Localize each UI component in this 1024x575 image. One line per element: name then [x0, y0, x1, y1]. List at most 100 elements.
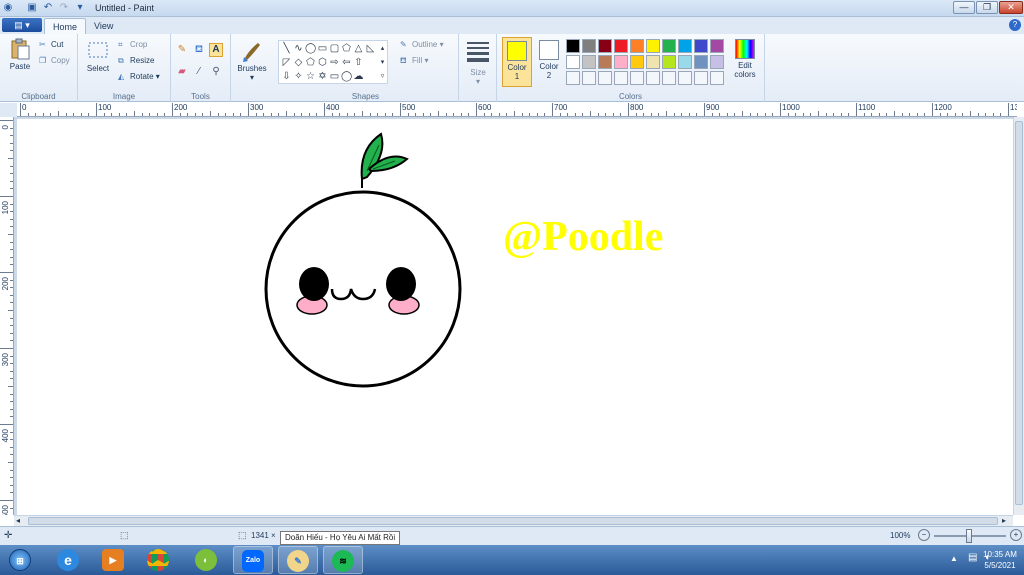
palette-swatch[interactable] — [566, 55, 580, 69]
rotate-button[interactable]: ◭ Rotate ▾ — [118, 72, 160, 81]
eraser-icon[interactable]: ▰ — [175, 65, 189, 79]
show-hidden-icons-icon[interactable]: ▲ — [950, 554, 958, 563]
custom-color-slot[interactable] — [662, 71, 676, 85]
right-triangle-shape-icon[interactable]: ◺ — [365, 43, 376, 54]
cloud-callout-shape-icon[interactable]: ☁ — [353, 71, 364, 82]
minimize-button[interactable]: — — [953, 1, 975, 14]
right-arrow-shape-icon[interactable]: ⇨ — [329, 57, 340, 68]
rounded-rect-shape-icon[interactable]: ▢ — [329, 43, 340, 54]
scroll-down-icon[interactable]: ▾ — [377, 57, 388, 68]
hexagon-shape-icon[interactable]: ⬡ — [317, 57, 328, 68]
custom-color-slot[interactable] — [710, 71, 724, 85]
custom-color-slot[interactable] — [582, 71, 596, 85]
magnifier-icon[interactable]: ⚲ — [209, 65, 223, 79]
undo-icon[interactable]: ↶ — [42, 2, 54, 14]
palette-swatch[interactable] — [662, 55, 676, 69]
palette-swatch[interactable] — [630, 55, 644, 69]
custom-color-slot[interactable] — [678, 71, 692, 85]
left-arrow-shape-icon[interactable]: ⇦ — [341, 57, 352, 68]
taskbar-ie[interactable]: e — [48, 546, 88, 574]
cut-button[interactable]: ✂ Cut — [39, 40, 63, 49]
scroll-left-icon[interactable]: ◂ — [16, 516, 26, 526]
palette-swatch[interactable] — [678, 39, 692, 53]
taskbar-chrome[interactable] — [138, 546, 178, 574]
custom-color-slot[interactable] — [566, 71, 580, 85]
palette-swatch[interactable] — [566, 39, 580, 53]
palette-swatch[interactable] — [678, 55, 692, 69]
color1-button[interactable]: Color 1 — [502, 37, 532, 87]
palette-swatch[interactable] — [630, 39, 644, 53]
taskbar-zalo[interactable]: Zalo — [233, 546, 273, 574]
palette-swatch[interactable] — [614, 55, 628, 69]
rect-callout-shape-icon[interactable]: ▭ — [329, 71, 340, 82]
diamond-shape-icon[interactable]: ◇ — [293, 57, 304, 68]
palette-swatch[interactable] — [582, 39, 596, 53]
size-button[interactable]: Size ▾ — [463, 68, 493, 86]
restore-button[interactable]: ❐ — [976, 1, 998, 14]
palette-swatch[interactable] — [694, 39, 708, 53]
taskbar-paint[interactable]: ✎ — [278, 546, 318, 574]
taskbar-media-player[interactable]: ▶ — [93, 546, 133, 574]
pencil-icon[interactable]: ✎ — [175, 43, 189, 57]
palette-swatch[interactable] — [710, 55, 724, 69]
close-button[interactable]: ✕ — [999, 1, 1023, 14]
customize-toolbar-icon[interactable]: ▾ — [74, 2, 86, 14]
crop-button[interactable]: ⌗ Crop — [118, 40, 147, 50]
paint-menu-button[interactable]: ▤ ▾ — [2, 18, 42, 32]
vertical-scroll-thumb[interactable] — [1015, 121, 1023, 505]
paint-app-icon[interactable]: ◉ — [2, 2, 14, 14]
drawing-canvas[interactable]: @Poodle — [17, 119, 1013, 515]
up-arrow-shape-icon[interactable]: ⇧ — [353, 57, 364, 68]
taskbar-spotify[interactable]: ≋ — [323, 546, 363, 574]
custom-color-slot[interactable] — [598, 71, 612, 85]
four-point-star-shape-icon[interactable]: ✧ — [293, 71, 304, 82]
edit-colors-button[interactable]: Edit colors — [733, 39, 757, 79]
pentagon-shape-icon[interactable]: ⬠ — [305, 57, 316, 68]
fill-button[interactable]: ⛾ Fill ▾ — [400, 56, 428, 66]
custom-color-slot[interactable] — [614, 71, 628, 85]
down-arrow-shape-icon[interactable]: ⇩ — [281, 71, 292, 82]
tab-view[interactable]: View — [86, 18, 121, 34]
palette-swatch[interactable] — [662, 39, 676, 53]
palette-swatch[interactable] — [710, 39, 724, 53]
network-icon[interactable]: ▤ — [968, 552, 977, 563]
brushes-button[interactable]: Brushes ▾ — [235, 40, 269, 82]
six-point-star-shape-icon[interactable]: ✡ — [317, 71, 328, 82]
text-tool-icon[interactable]: A — [209, 43, 223, 57]
select-button[interactable]: Select — [84, 40, 112, 73]
zoom-in-icon[interactable]: + — [1010, 529, 1022, 541]
color2-button[interactable]: Color 2 — [536, 37, 562, 87]
palette-swatch[interactable] — [694, 55, 708, 69]
expand-gallery-icon[interactable]: ▿ — [377, 71, 388, 82]
fill-bucket-icon[interactable]: ⛾ — [192, 43, 206, 57]
start-button[interactable]: ⊞ — [0, 546, 40, 574]
redo-icon[interactable]: ↷ — [58, 2, 70, 14]
right-triangle-2-shape-icon[interactable]: ◸ — [281, 57, 292, 68]
copy-button[interactable]: ❐ Copy — [39, 56, 70, 65]
custom-color-slot[interactable] — [694, 71, 708, 85]
save-icon[interactable]: ▣ — [26, 2, 38, 14]
rectangle-shape-icon[interactable]: ▭ — [317, 43, 328, 54]
palette-swatch[interactable] — [598, 55, 612, 69]
palette-swatch[interactable] — [598, 39, 612, 53]
zoom-slider-thumb[interactable] — [966, 529, 972, 543]
help-icon[interactable]: ? — [1009, 19, 1021, 31]
scroll-up-icon[interactable]: ▴ — [377, 43, 388, 54]
vertical-scrollbar[interactable] — [1013, 117, 1024, 515]
tab-home[interactable]: Home — [44, 18, 87, 34]
horizontal-scroll-thumb[interactable] — [28, 517, 998, 525]
color-picker-icon[interactable]: ⁄ — [192, 65, 206, 79]
zoom-out-icon[interactable]: − — [918, 529, 930, 541]
horizontal-scrollbar[interactable]: ◂ ▸ — [14, 515, 1013, 526]
polygon-shape-icon[interactable]: ⬠ — [341, 43, 352, 54]
five-point-star-shape-icon[interactable]: ☆ — [305, 71, 316, 82]
oval-shape-icon[interactable]: ◯ — [305, 43, 316, 54]
scroll-right-icon[interactable]: ▸ — [1002, 516, 1012, 526]
resize-button[interactable]: ⧉ Resize — [118, 56, 154, 66]
outline-button[interactable]: ✎ Outline ▾ — [400, 40, 444, 49]
paste-button[interactable]: Paste — [6, 38, 34, 71]
clock[interactable]: 10:35 AM 5/5/2021 — [980, 550, 1020, 570]
palette-swatch[interactable] — [582, 55, 596, 69]
custom-color-slot[interactable] — [646, 71, 660, 85]
curve-shape-icon[interactable]: ∿ — [293, 43, 304, 54]
